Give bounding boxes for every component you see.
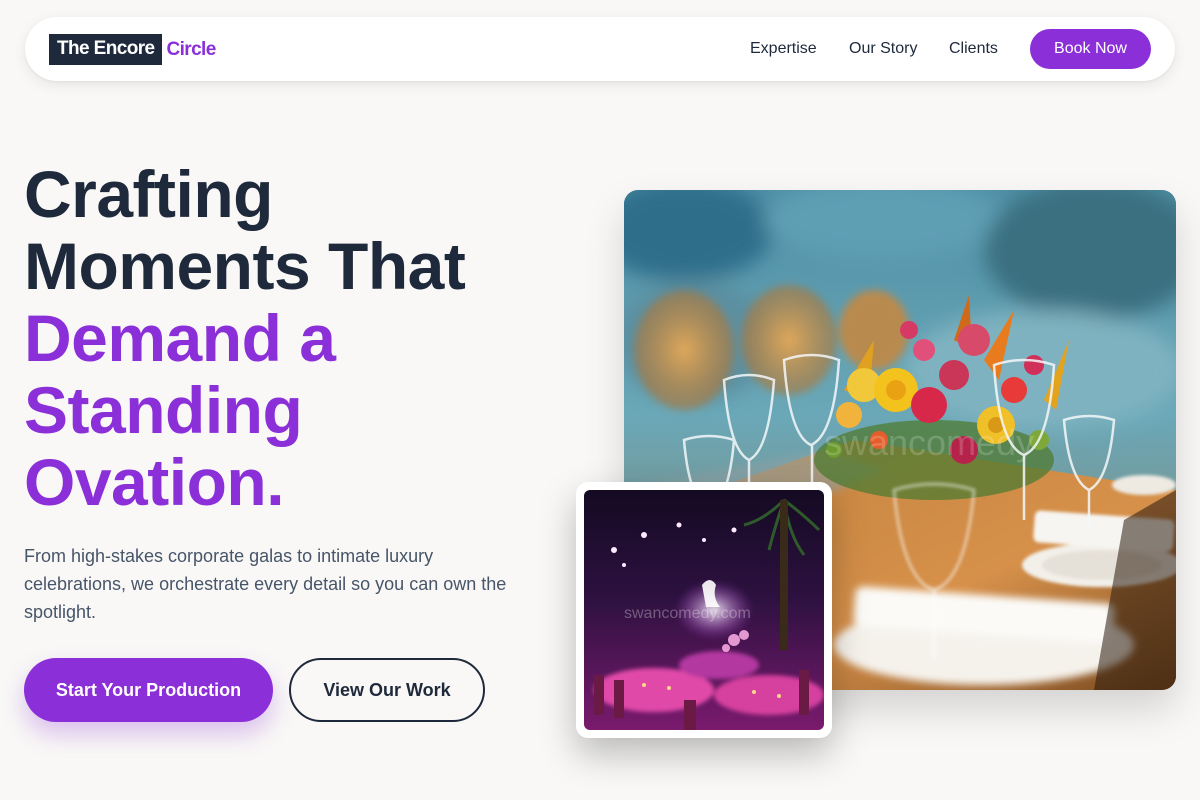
- headline-accent-line: Ovation.: [24, 445, 285, 519]
- nav-link-clients[interactable]: Clients: [949, 39, 998, 59]
- headline-accent-line: Standing: [24, 373, 303, 447]
- hero-headline: Crafting Moments That Demand a Standing …: [24, 158, 564, 518]
- top-navbar: The Encore Circle Expertise Our Story Cl…: [25, 17, 1175, 81]
- hero-subtitle: From high-stakes corporate galas to inti…: [24, 546, 507, 622]
- venue-photo-watermark: swancomedy.com: [624, 605, 751, 622]
- brand-logo[interactable]: The Encore Circle: [49, 34, 216, 65]
- brand-name-dark: The Encore: [49, 34, 163, 65]
- start-production-button[interactable]: Start Your Production: [24, 658, 273, 722]
- brand-name-accent: Circle: [166, 38, 216, 60]
- headline-line: Crafting: [24, 157, 273, 231]
- main-photo-watermark: swancomedy: [824, 422, 1034, 463]
- view-work-button[interactable]: View Our Work: [289, 658, 485, 722]
- headline-line: Moments That: [24, 229, 466, 303]
- nav-link-expertise[interactable]: Expertise: [750, 39, 817, 59]
- headline-accent-line: Demand a: [24, 301, 336, 375]
- nav-link-our-story[interactable]: Our Story: [849, 39, 917, 59]
- venue-photo-card: swancomedy.com: [576, 482, 832, 738]
- book-now-button[interactable]: Book Now: [1030, 29, 1151, 69]
- purple-venue-photo: swancomedy.com: [584, 490, 824, 730]
